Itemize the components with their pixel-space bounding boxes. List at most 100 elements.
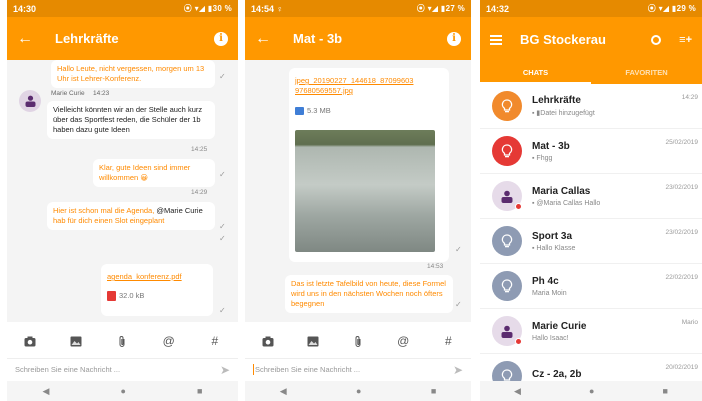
nav-recent-icon[interactable]: ■ bbox=[663, 386, 668, 396]
tab-bar: CHATS FAVORITEN bbox=[480, 62, 702, 84]
message-composer[interactable]: Schreiben Sie eine Nachricht ... ➤ bbox=[7, 358, 238, 380]
file-attachment-bubble[interactable]: agenda_konferenz.pdf 32.0 kB bbox=[101, 264, 213, 316]
mention-link[interactable]: @Marie Curie bbox=[156, 206, 202, 215]
message-input[interactable]: Schreiben Sie eine Nachricht ... bbox=[15, 365, 220, 374]
app-bar: ← Mat - 3b i bbox=[245, 17, 471, 60]
chat-list-item[interactable]: Maria Callas ▪ @Maria Callas Hallo 23/02/2… bbox=[480, 174, 702, 219]
camera-icon[interactable] bbox=[259, 332, 277, 350]
chat-texts: Marie Curie Hallo Isaac! bbox=[532, 321, 702, 342]
message-text: Vielleicht könnten wir an der Stelle auc… bbox=[53, 105, 203, 134]
app-title: BG Stockerau bbox=[520, 32, 606, 47]
info-icon[interactable]: i bbox=[214, 31, 228, 46]
chat-preview: ▪ ▮Datei hinzugefügt bbox=[532, 110, 595, 117]
chat-date: Mario bbox=[681, 319, 698, 326]
tab-favoriten[interactable]: FAVORITEN bbox=[591, 62, 702, 84]
android-nav-bar: ◀ ● ■ bbox=[7, 381, 238, 401]
avatar[interactable] bbox=[19, 90, 41, 112]
chat-list-item[interactable]: Sport 3a ▪ Hallo Klasse 23/02/2019 bbox=[480, 219, 702, 264]
image-file-icon bbox=[295, 107, 304, 116]
message-list[interactable]: jpeg_20190227_144618_87099603 9768056955… bbox=[245, 60, 471, 322]
chat-list-item[interactable]: Marie Curie Hallo Isaac! Mario bbox=[480, 309, 702, 354]
new-chat-icon[interactable]: ≡+ bbox=[679, 34, 692, 46]
composer-toolbar: @ # bbox=[7, 328, 238, 354]
chat-list-item[interactable]: Lehrkräfte ▪ ▮Datei hinzugefügt 14:29 bbox=[480, 84, 702, 129]
attachment-filename[interactable]: jpeg_20190227_144618_87099603 9768056955… bbox=[295, 76, 413, 95]
chat-avatar bbox=[492, 91, 522, 121]
message-time: 14:25 bbox=[191, 146, 208, 153]
nav-recent-icon[interactable]: ■ bbox=[197, 386, 202, 396]
bulb-icon bbox=[501, 278, 513, 292]
camera-icon[interactable] bbox=[21, 332, 39, 350]
info-icon[interactable]: i bbox=[447, 31, 461, 46]
chat-date: 25/02/2019 bbox=[665, 139, 698, 146]
phone-screen-chat-mat3b: 14:54 ♀ ⦿ ▾◢ ▮27 % ← Mat - 3b i jpeg_201… bbox=[245, 0, 471, 401]
tab-chats[interactable]: CHATS bbox=[480, 62, 591, 84]
chalkboard-photo[interactable] bbox=[295, 130, 435, 252]
chat-title: Lehrkräfte bbox=[55, 31, 119, 46]
message-input[interactable]: Schreiben Sie eine Nachricht ... bbox=[255, 365, 453, 374]
status-bar: 14:54 ♀ ⦿ ▾◢ ▮27 % bbox=[245, 0, 471, 17]
read-check-icon: ✓ bbox=[219, 234, 226, 243]
read-check-icon: ✓ bbox=[455, 245, 462, 254]
nav-back-icon[interactable]: ◀ bbox=[514, 386, 521, 397]
back-arrow-icon[interactable]: ← bbox=[255, 30, 271, 47]
message-bubble-outgoing: Hallo Leute, nicht vergessen, morgen um … bbox=[51, 60, 215, 88]
read-check-icon: ✓ bbox=[219, 170, 226, 179]
chat-date: 14:29 bbox=[681, 94, 698, 101]
chat-list[interactable]: Lehrkräfte ▪ ▮Datei hinzugefügt 14:29 Mat -… bbox=[480, 84, 702, 399]
back-arrow-icon[interactable]: ← bbox=[17, 30, 33, 47]
attachment-icon[interactable] bbox=[113, 332, 131, 350]
message-time: 14:29 bbox=[191, 189, 208, 196]
attachment-filename[interactable]: agenda_konferenz.pdf bbox=[107, 272, 182, 281]
image-icon[interactable] bbox=[67, 332, 85, 350]
nav-home-icon[interactable]: ● bbox=[121, 386, 126, 396]
status-time: 14:32 bbox=[486, 3, 510, 14]
nav-home-icon[interactable]: ● bbox=[589, 386, 594, 396]
chat-avatar bbox=[492, 136, 522, 166]
status-indicators: ⦿ ▾◢ ▮27 % bbox=[416, 4, 465, 13]
app-bar: ← Lehrkräfte i bbox=[7, 17, 238, 60]
hashtag-icon[interactable]: # bbox=[206, 332, 224, 350]
mention-icon[interactable]: @ bbox=[160, 332, 178, 350]
person-icon bbox=[501, 325, 513, 338]
chat-title: Mat - 3b bbox=[293, 31, 343, 46]
phone-screen-chat-list: 14:32 ⦿ ▾◢ ▮29 % BG Stockerau ≡+ CHATS F… bbox=[480, 0, 702, 401]
chat-list-item[interactable]: Mat - 3b ▪ Fhgg 25/02/2019 bbox=[480, 129, 702, 174]
message-text: Klar, gute Ideen sind immer willkommen 😀 bbox=[99, 163, 191, 182]
nav-home-icon[interactable]: ● bbox=[356, 386, 361, 396]
status-bar: 14:32 ⦿ ▾◢ ▮29 % bbox=[480, 0, 702, 17]
image-attachment-bubble[interactable]: jpeg_20190227_144618_87099603 9768056955… bbox=[289, 68, 449, 262]
chat-avatar bbox=[492, 316, 522, 346]
message-text: Hier ist schon mal die Agenda, bbox=[53, 206, 157, 215]
status-bar: 14:30 ⦿ ▾◢ ▮30 % bbox=[7, 0, 238, 17]
image-icon[interactable] bbox=[304, 332, 322, 350]
nav-back-icon[interactable]: ◀ bbox=[43, 386, 50, 397]
hashtag-icon[interactable]: # bbox=[439, 332, 457, 350]
read-check-icon: ✓ bbox=[219, 72, 226, 81]
message-list[interactable]: Hallo Leute, nicht vergessen, morgen um … bbox=[7, 60, 238, 322]
nav-recent-icon[interactable]: ■ bbox=[431, 386, 436, 396]
chat-name: Marie Curie bbox=[532, 320, 587, 332]
message-bubble-outgoing: Klar, gute Ideen sind immer willkommen 😀 bbox=[93, 159, 215, 187]
nav-back-icon[interactable]: ◀ bbox=[280, 386, 287, 397]
message-composer[interactable]: Schreiben Sie eine Nachricht ... ➤ bbox=[245, 358, 471, 380]
attachment-size: 32.0 kB bbox=[119, 291, 145, 301]
mention-icon[interactable]: @ bbox=[394, 332, 412, 350]
unread-dot bbox=[515, 338, 522, 345]
message-time: 14:53 bbox=[427, 263, 444, 270]
search-icon[interactable] bbox=[651, 34, 662, 45]
chat-name: Lehrkräfte bbox=[532, 95, 581, 106]
attachment-icon[interactable] bbox=[349, 332, 367, 350]
chat-list-item[interactable]: Ph 4c Maria Moin 22/02/2019 bbox=[480, 264, 702, 309]
composer-toolbar: @ # bbox=[245, 328, 471, 354]
bulb-icon bbox=[501, 233, 513, 247]
android-nav-bar: ◀ ● ■ bbox=[480, 381, 702, 401]
send-icon[interactable]: ➤ bbox=[220, 363, 230, 377]
chat-preview: Maria Moin bbox=[532, 289, 567, 297]
status-indicators: ⦿ ▾◢ ▮30 % bbox=[183, 4, 232, 13]
chat-date: 23/02/2019 bbox=[665, 184, 698, 191]
send-icon[interactable]: ➤ bbox=[453, 363, 463, 377]
phone-screen-chat-lehrkraefte: 14:30 ⦿ ▾◢ ▮30 % ← Lehrkräfte i Hallo Le… bbox=[7, 0, 238, 401]
read-check-icon: ✓ bbox=[455, 300, 462, 309]
menu-icon[interactable] bbox=[490, 34, 502, 45]
